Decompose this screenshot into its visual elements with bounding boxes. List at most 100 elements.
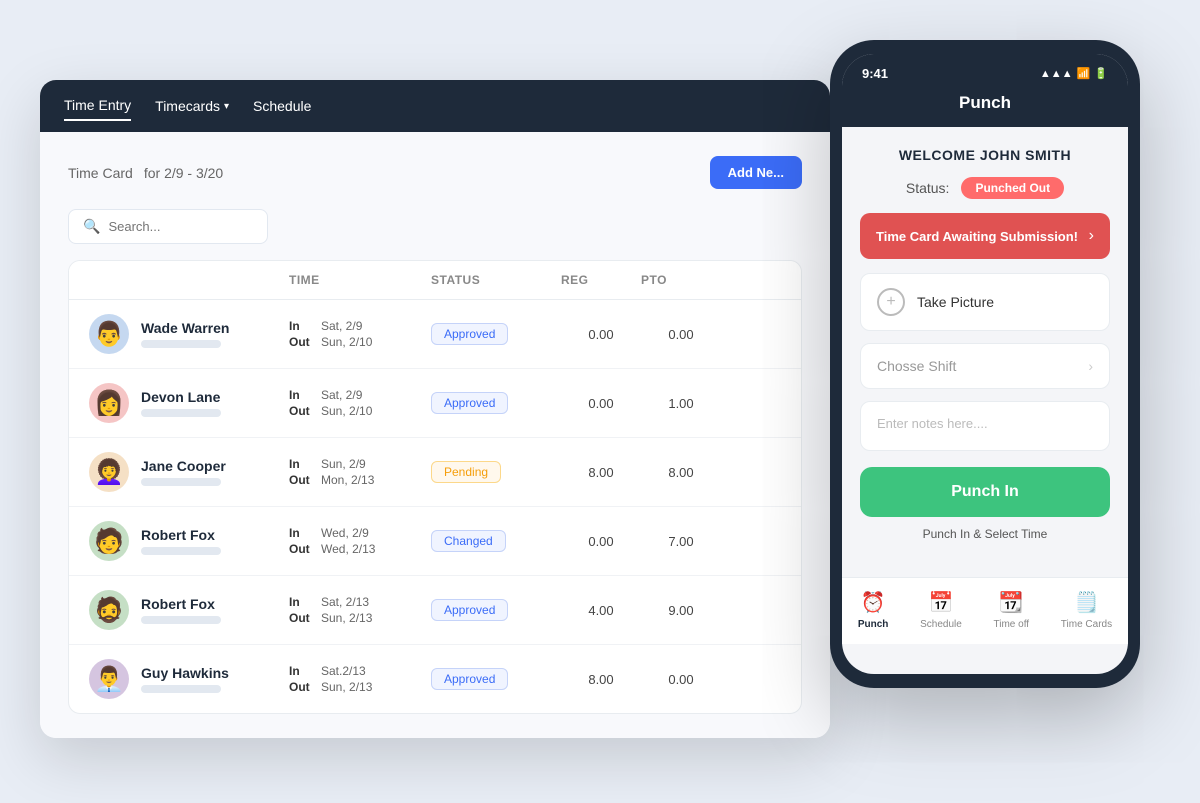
status-badge-cell: Approved — [431, 392, 561, 414]
employee-cell: 👨 Wade Warren — [89, 314, 289, 354]
avatar: 👩 — [89, 383, 129, 423]
status-badge-cell: Approved — [431, 599, 561, 621]
punch-in-button[interactable]: Punch In — [860, 467, 1110, 517]
bottom-nav-punch[interactable]: ⏰ Punch — [858, 590, 889, 630]
bottom-nav-timecards[interactable]: 🗒️ Time Cards — [1061, 590, 1112, 630]
statusbar-icons: ▲▲▲ 📶 🔋 — [1040, 67, 1108, 80]
avatar: 🧔 — [89, 590, 129, 630]
employee-role — [141, 547, 221, 555]
desktop-app: Time Entry Timecards ▾ Schedule Time Car… — [40, 80, 830, 738]
employee-cell: 👨‍💼 Guy Hawkins — [89, 659, 289, 699]
phone-time: 9:41 — [862, 66, 888, 81]
schedule-nav-label: Schedule — [920, 619, 962, 630]
reg-cell: 0.00 — [561, 534, 641, 549]
timeoff-nav-label: Time off — [994, 619, 1030, 630]
alert-arrow-icon: › — [1089, 227, 1094, 245]
employee-role — [141, 478, 221, 486]
table-row[interactable]: 👨 Wade Warren InSat, 2/9 OutSun, 2/10 Ap… — [69, 300, 801, 369]
plus-icon: + — [877, 288, 905, 316]
add-new-button[interactable]: Add Ne... — [710, 156, 802, 189]
nav-timecards-label: Timecards — [155, 98, 220, 114]
table-header: Time Status Reg PTO — [69, 261, 801, 300]
status-badge-cell: Pending — [431, 461, 561, 483]
battery-icon: 🔋 — [1094, 67, 1108, 80]
table-row[interactable]: 👩‍🦱 Jane Cooper InSun, 2/9 OutMon, 2/13 … — [69, 438, 801, 507]
status-badge: Approved — [431, 323, 508, 345]
time-table: Time Status Reg PTO 👨 Wade Warren InSat,… — [68, 260, 802, 714]
take-picture-label: Take Picture — [917, 294, 994, 310]
col-pto: PTO — [641, 273, 721, 287]
status-badge: Pending — [431, 461, 501, 483]
phone-screen-title: Punch — [959, 93, 1011, 112]
employee-name: Guy Hawkins — [141, 665, 229, 681]
employee-name: Robert Fox — [141, 596, 221, 612]
nav-timecards[interactable]: Timecards ▾ — [155, 92, 229, 120]
status-badge: Approved — [431, 599, 508, 621]
employee-cell: 👩‍🦱 Jane Cooper — [89, 452, 289, 492]
alert-banner[interactable]: Time Card Awaiting Submission! › — [860, 213, 1110, 259]
timecards-nav-icon: 🗒️ — [1074, 590, 1099, 615]
table-row[interactable]: 🧑 Robert Fox InWed, 2/9 OutWed, 2/13 Cha… — [69, 507, 801, 576]
search-input[interactable] — [108, 219, 253, 234]
col-employee — [89, 273, 289, 287]
employee-role — [141, 616, 221, 624]
col-extra — [721, 273, 781, 287]
status-badge: Approved — [431, 392, 508, 414]
phone-screen: 9:41 ▲▲▲ 📶 🔋 Punch WELCOME JOHN SMITH St… — [842, 54, 1128, 674]
employee-cell: 🧔 Robert Fox — [89, 590, 289, 630]
col-time: Time — [289, 273, 431, 287]
take-picture-row[interactable]: + Take Picture — [860, 273, 1110, 331]
timeoff-nav-icon: 📆 — [999, 590, 1024, 615]
time-cell: InSat, 2/13 OutSun, 2/13 — [289, 595, 431, 625]
pto-cell: 1.00 — [641, 396, 721, 411]
phone-nav-bar: Punch — [842, 89, 1128, 127]
pto-cell: 7.00 — [641, 534, 721, 549]
avatar: 🧑 — [89, 521, 129, 561]
employee-role — [141, 685, 221, 693]
employee-name: Jane Cooper — [141, 458, 226, 474]
nav-time-entry-label: Time Entry — [64, 97, 131, 113]
welcome-text: WELCOME JOHN SMITH — [860, 147, 1110, 163]
page-header: Time Card for 2/9 - 3/20 Add Ne... — [68, 156, 802, 189]
notes-field[interactable]: Enter notes here.... — [860, 401, 1110, 451]
status-badge-cell: Approved — [431, 323, 561, 345]
punch-nav-label: Punch — [858, 619, 889, 630]
pto-cell: 0.00 — [641, 672, 721, 687]
reg-cell: 0.00 — [561, 396, 641, 411]
app-content: Time Card for 2/9 - 3/20 Add Ne... 🔍 Tim… — [40, 132, 830, 738]
phone-statusbar: 9:41 ▲▲▲ 📶 🔋 — [842, 54, 1128, 89]
col-status: Status — [431, 273, 561, 287]
punched-out-badge: Punched Out — [961, 177, 1064, 199]
table-row[interactable]: 👨‍💼 Guy Hawkins InSat.2/13 OutSun, 2/13 … — [69, 645, 801, 713]
table-row[interactable]: 🧔 Robert Fox InSat, 2/13 OutSun, 2/13 Ap… — [69, 576, 801, 645]
phone-body: WELCOME JOHN SMITH Status: Punched Out T… — [842, 127, 1128, 577]
reg-cell: 4.00 — [561, 603, 641, 618]
status-label: Status: — [906, 180, 950, 196]
status-badge: Approved — [431, 668, 508, 690]
bottom-nav-timeoff[interactable]: 📆 Time off — [994, 590, 1030, 630]
reg-cell: 8.00 — [561, 672, 641, 687]
search-bar: 🔍 — [68, 209, 268, 244]
time-cell: InWed, 2/9 OutWed, 2/13 — [289, 526, 431, 556]
nav-time-entry[interactable]: Time Entry — [64, 91, 131, 121]
avatar: 👨‍💼 — [89, 659, 129, 699]
reg-cell: 8.00 — [561, 465, 641, 480]
phone-bottom-nav: ⏰ Punch 📅 Schedule 📆 Time off 🗒️ Time Ca… — [842, 577, 1128, 644]
time-cell: InSat.2/13 OutSun, 2/13 — [289, 664, 431, 694]
nav-schedule[interactable]: Schedule — [253, 92, 311, 120]
status-badge-cell: Approved — [431, 668, 561, 690]
choose-shift-row[interactable]: Chosse Shift › — [860, 343, 1110, 389]
bottom-nav-schedule[interactable]: 📅 Schedule — [920, 590, 962, 630]
page-title: Time Card for 2/9 - 3/20 — [68, 162, 223, 183]
punch-nav-icon: ⏰ — [861, 590, 886, 615]
table-row[interactable]: 👩 Devon Lane InSat, 2/9 OutSun, 2/10 App… — [69, 369, 801, 438]
app-nav: Time Entry Timecards ▾ Schedule — [40, 80, 830, 132]
choose-shift-arrow-icon: › — [1088, 358, 1093, 374]
avatar: 👩‍🦱 — [89, 452, 129, 492]
employee-cell: 🧑 Robert Fox — [89, 521, 289, 561]
timecards-chevron-icon: ▾ — [224, 101, 229, 112]
timecards-nav-label: Time Cards — [1061, 619, 1112, 630]
punch-select-time[interactable]: Punch In & Select Time — [860, 527, 1110, 541]
pto-cell: 8.00 — [641, 465, 721, 480]
nav-schedule-label: Schedule — [253, 98, 311, 114]
